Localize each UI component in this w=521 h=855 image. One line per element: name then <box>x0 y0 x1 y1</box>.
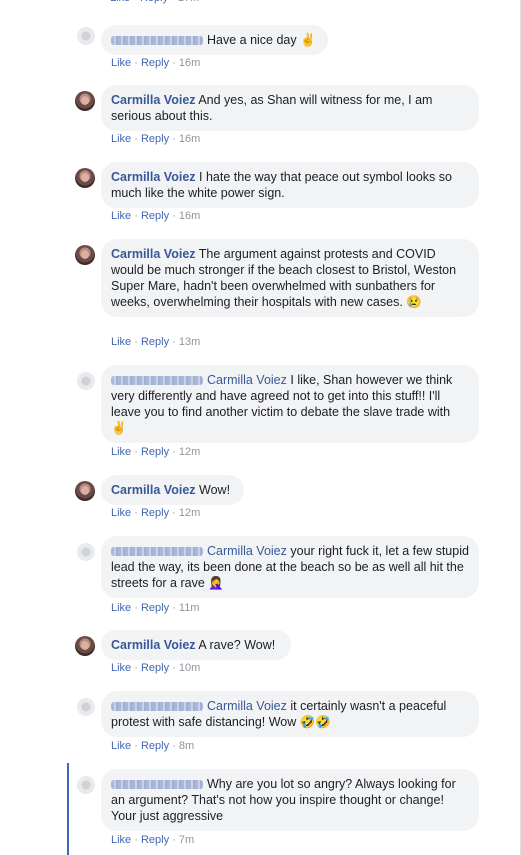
comment-actions: Like · Reply · 8m <box>111 740 195 752</box>
reply-link[interactable]: Reply <box>141 133 169 145</box>
avatar[interactable] <box>75 481 95 501</box>
like-link[interactable]: Like <box>111 834 131 846</box>
reply-link[interactable]: Reply <box>141 740 169 752</box>
comment-time[interactable]: 12m <box>179 446 200 458</box>
comment-time[interactable]: 7m <box>179 834 194 846</box>
comment-time[interactable]: 11m <box>179 602 200 614</box>
comment-time[interactable]: 10m <box>179 662 200 674</box>
avatar[interactable] <box>75 168 95 188</box>
comment-author[interactable]: Carmilla Voiez <box>111 247 196 261</box>
like-link[interactable]: Like <box>111 602 131 614</box>
like-link[interactable]: Like <box>111 662 131 674</box>
comment-time[interactable]: 8m <box>179 740 194 752</box>
mention-link[interactable]: Carmilla Voiez <box>207 699 287 713</box>
avatar[interactable] <box>75 91 95 111</box>
like-link[interactable]: Like <box>110 0 130 4</box>
reply-link[interactable]: Reply <box>140 0 168 4</box>
reply-link[interactable]: Reply <box>141 602 169 614</box>
redacted-author-name <box>111 36 203 46</box>
comment-actions: Like · Reply · 12m <box>111 507 201 519</box>
reply-link[interactable]: Reply <box>141 336 169 348</box>
comment-time[interactable]: 16m <box>179 133 200 145</box>
mention-link[interactable]: Carmilla Voiez <box>207 544 287 558</box>
reply-link[interactable]: Reply <box>141 662 169 674</box>
comment-time[interactable]: 16m <box>179 210 200 222</box>
comment-actions: Like · Reply · 7m <box>111 834 195 846</box>
comment-time[interactable]: 16m <box>179 57 200 69</box>
avatar[interactable] <box>75 697 95 717</box>
like-link[interactable]: Like <box>111 133 131 145</box>
reply-link[interactable]: Reply <box>141 507 169 519</box>
reply-link[interactable]: Reply <box>141 446 169 458</box>
comment-actions: Like · Reply · 11m <box>111 602 200 614</box>
comment-text: Wow! <box>199 483 231 497</box>
redacted-author-name <box>111 780 203 790</box>
like-link[interactable]: Like <box>111 507 131 519</box>
avatar[interactable] <box>75 26 95 46</box>
comment-actions: Like · Reply · 10m <box>111 662 201 674</box>
avatar[interactable] <box>75 245 95 265</box>
comment-bubble: Carmilla Voiez I like, Shan however we t… <box>101 365 479 443</box>
comment-bubble: Why are you lot so angry? Always looking… <box>101 769 479 831</box>
comment-bubble: Carmilla Voiez The argument against prot… <box>101 239 479 317</box>
comment-author[interactable]: Carmilla Voiez <box>111 170 196 184</box>
comment-actions: Like · Reply · 12m <box>111 446 201 458</box>
comment-bubble: Carmilla Voiez Wow! <box>101 475 244 505</box>
comment-author[interactable]: Carmilla Voiez <box>111 638 196 652</box>
like-link[interactable]: Like <box>111 446 131 458</box>
comment-bubble: Carmilla Voiez it certainly wasn't a pea… <box>101 691 479 737</box>
comment-text: A rave? Wow! <box>198 638 276 652</box>
avatar[interactable] <box>75 542 95 562</box>
comment-bubble: Carmilla Voiez your right fuck it, let a… <box>101 536 479 598</box>
comment-bubble: Have a nice day ✌️ <box>101 25 328 55</box>
avatar[interactable] <box>75 371 95 391</box>
reply-link[interactable]: Reply <box>141 834 169 846</box>
comment-time[interactable]: 13m <box>179 336 200 348</box>
comment-actions: Like · Reply · 16m <box>111 57 201 69</box>
comment-bubble: Carmilla Voiez I hate the way that peace… <box>101 162 479 208</box>
comment-bubble: Carmilla Voiez A rave? Wow! <box>101 630 291 660</box>
reply-link[interactable]: Reply <box>141 210 169 222</box>
previous-comment-actions: Like · Reply · 17m <box>110 0 199 4</box>
redacted-author-name <box>111 702 203 712</box>
reply-thread-line <box>67 763 69 855</box>
comment-text: Have a nice day ✌️ <box>207 33 316 47</box>
avatar[interactable] <box>75 775 95 795</box>
like-link[interactable]: Like <box>111 336 131 348</box>
comment-time[interactable]: 12m <box>179 507 200 519</box>
comment-time[interactable]: 17m <box>178 0 199 4</box>
comment-author[interactable]: Carmilla Voiez <box>111 483 196 497</box>
comment-author[interactable]: Carmilla Voiez <box>111 93 196 107</box>
like-link[interactable]: Like <box>111 57 131 69</box>
avatar[interactable] <box>75 636 95 656</box>
mention-link[interactable]: Carmilla Voiez <box>207 373 287 387</box>
redacted-author-name <box>111 547 203 557</box>
reply-link[interactable]: Reply <box>141 57 169 69</box>
comment-actions: Like · Reply · 13m <box>111 336 201 348</box>
comment-bubble: Carmilla Voiez And yes, as Shan will wit… <box>101 85 479 131</box>
like-link[interactable]: Like <box>111 210 131 222</box>
redacted-author-name <box>111 376 203 386</box>
like-link[interactable]: Like <box>111 740 131 752</box>
comment-actions: Like · Reply · 16m <box>111 133 201 145</box>
comment-actions: Like · Reply · 16m <box>111 210 201 222</box>
